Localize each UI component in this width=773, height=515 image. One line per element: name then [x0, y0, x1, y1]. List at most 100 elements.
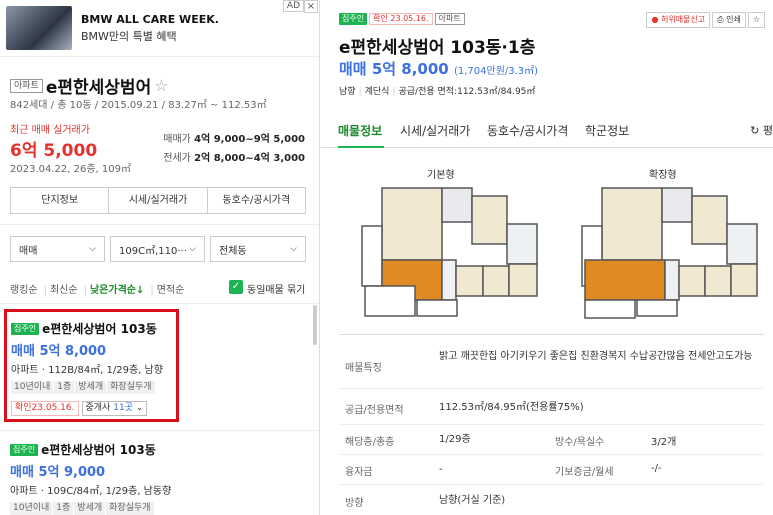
- recent-trade-label: 최근 매매 실거래가: [10, 125, 90, 136]
- listing-desc: 아파트 · 112B/84㎡, 1/29층, 남향: [11, 365, 163, 376]
- sort-latest[interactable]: 최신순: [50, 285, 78, 296]
- owner-badge: 집주인: [11, 322, 40, 335]
- table-row: 매물특징 밝고 깨끗한집 아기키우기 좋은집 친환경복지 수납공간많음 전세안고…: [339, 335, 764, 389]
- listing-price: 매매 5억 8,000: [11, 344, 107, 359]
- floor-label: 해당층/총층: [345, 437, 395, 448]
- table-row: 공급/전용면적 112.53㎡/84.95㎡(전용률75%): [339, 389, 764, 425]
- divider: [0, 303, 319, 304]
- direction-value: 남향(거실 기준): [439, 495, 506, 506]
- listing-desc: 아파트 · 109C/84㎡, 1/29층, 남동향: [10, 486, 172, 497]
- area-label: 공급/전용면적: [345, 405, 404, 416]
- agent-count-button[interactable]: 중개사 11곳 ⌄: [81, 401, 148, 416]
- floorplan-basic-image[interactable]: [357, 186, 547, 324]
- price-range-table: 매매가 4억 9,000~9억 5,000 전세가 2억 8,000~4억 3,…: [163, 130, 305, 168]
- listing-tag: 10년이내: [11, 381, 54, 394]
- tab-dong-ho[interactable]: 동호수/공시가격: [208, 188, 305, 213]
- detail-panel: 집주인 확인 23.05.16. 아파트 ● 허위매물신고 ⎙ 인쇄 ☆ e편한세상…: [321, 0, 773, 515]
- filter-bar: 매매 ⌵ 109C㎡,110··· ⌵ 전체동 ⌵: [10, 236, 306, 262]
- ad-close-icon[interactable]: ×: [304, 0, 318, 13]
- ad-image[interactable]: [6, 6, 72, 50]
- tab-complex-info[interactable]: 단지정보: [11, 188, 110, 213]
- chevron-down-icon: ⌵: [89, 244, 96, 254]
- sort-area[interactable]: 면적순: [157, 285, 185, 296]
- ad-subtitle[interactable]: BMW만의 특별 혜택: [81, 28, 177, 44]
- checkbox-icon[interactable]: ✓: [229, 280, 243, 294]
- area-select[interactable]: 109C㎡,110··· ⌵: [110, 236, 205, 262]
- detail-price: 매매 5억 8,000 (1,704만원/3.3㎡): [339, 60, 539, 78]
- listing-name[interactable]: e편한세상범어 103동: [42, 322, 157, 336]
- floor-value: 1/29층: [439, 434, 471, 445]
- rooms-value: 3/2개: [651, 437, 677, 448]
- chevron-down-icon: ⌵: [189, 244, 196, 254]
- rooms-label: 방수/욕실수: [555, 437, 605, 448]
- favorite-star-icon[interactable]: ☆: [154, 76, 168, 95]
- table-row: 방향 남향(거실 기준): [339, 485, 764, 515]
- listing-tag: 10년이내: [10, 502, 53, 515]
- floorplan-label-basic: 기본형: [427, 170, 455, 181]
- trade-type-select[interactable]: 매매 ⌵: [10, 236, 105, 262]
- tab-listing-info[interactable]: 매물정보: [338, 122, 382, 139]
- tab-market-price[interactable]: 시세/실거래가: [109, 188, 208, 213]
- listing-tag: 화장실두개: [106, 502, 154, 515]
- listing-tag: 방세개: [75, 381, 107, 394]
- report-false-listing-button[interactable]: ● 허위매물신고: [646, 12, 711, 28]
- area-value: 112.53㎡/84.95㎡(전용률75%): [439, 402, 584, 413]
- recent-trade-date: 2023.04.22, 26층, 109㎡: [10, 164, 131, 175]
- price-per-area: (1,704만원/3.3㎡): [453, 66, 539, 77]
- complex-info: 842세대 / 총 10동 / 2015.09.21 / 83.27㎡ ~ 11…: [10, 100, 267, 111]
- ad-tag[interactable]: AD: [282, 0, 304, 12]
- complex-name: e편한세상범어: [45, 78, 152, 98]
- loan-label: 융자금: [345, 467, 373, 478]
- owner-badge: 집주인: [339, 13, 368, 25]
- deposit-label: 기보증금/월세: [555, 467, 614, 478]
- listing-tag: 1층: [53, 502, 74, 515]
- print-icon: ⎙: [717, 15, 724, 24]
- floorplan-label-extended: 확장형: [649, 170, 677, 181]
- recent-trade-price: 6억 5,000: [10, 141, 98, 161]
- ad-title[interactable]: BMW ALL CARE WEEK.: [81, 13, 219, 26]
- sort-ranking[interactable]: 랭킹순: [10, 285, 38, 296]
- ad-banner[interactable]: BMW ALL CARE WEEK. BMW만의 특별 혜택 AD ×: [0, 0, 319, 57]
- type-badge: 아파트: [434, 13, 465, 25]
- complex-tabs: 단지정보 시세/실거래가 동호수/공시가격: [10, 187, 306, 214]
- listing-name[interactable]: e편한세상범어 103동: [41, 443, 156, 457]
- tab-market-price[interactable]: 시세/실거래가: [400, 122, 470, 139]
- chevron-down-icon: ⌵: [290, 244, 297, 254]
- favorite-star-icon[interactable]: ☆: [747, 12, 765, 28]
- jeonse-price-range: 전세가 2억 8,000~4억 3,000: [163, 153, 305, 164]
- print-button[interactable]: ⎙ 인쇄: [712, 12, 746, 28]
- confirm-date-badge: 확인 23.05.16.: [369, 13, 433, 25]
- left-panel: BMW ALL CARE WEEK. BMW만의 특별 혜택 AD × 아파트 e…: [0, 0, 320, 515]
- complex-header: 아파트 e편한세상범어 ☆: [10, 73, 169, 98]
- detail-tabs: 매물정보 시세/실거래가 동호수/공시가격 학군정보 ↻ 평: [321, 112, 773, 148]
- dong-select[interactable]: 전체동 ⌵: [210, 236, 306, 262]
- sort-low-price[interactable]: 낮은가격순↓: [90, 285, 144, 296]
- active-tab-indicator: [338, 146, 384, 148]
- deposit-value: -/-: [651, 463, 662, 474]
- complex-type-tag: 아파트: [10, 78, 43, 93]
- owner-badge: 집주인: [10, 443, 39, 456]
- list-item[interactable]: 집주인 e편한세상범어 103동 매매 5억 9,000 아파트 · 109C/8…: [10, 441, 210, 515]
- scrollbar[interactable]: [313, 305, 317, 345]
- confirm-date-badge: 확인23.05.16.: [11, 401, 79, 416]
- tab-dong-ho[interactable]: 동호수/공시가격: [487, 122, 568, 139]
- tab-school[interactable]: 학군정보: [585, 122, 629, 139]
- feature-value: 밝고 깨끗한집 아기키우기 좋은집 친환경복지 수납공간많음 전세안고도가능: [439, 351, 753, 362]
- feature-label: 매물특징: [345, 363, 382, 374]
- floorplan-extended-image[interactable]: [577, 186, 767, 324]
- divider: [0, 224, 319, 225]
- listing-tag: 1층: [54, 381, 75, 394]
- chevron-down-icon: ⌄: [135, 403, 144, 413]
- alert-icon: ●: [651, 15, 659, 24]
- listing-price: 매매 5억 9,000: [10, 465, 106, 480]
- same-listing-label[interactable]: 동일매물 묶기: [247, 281, 305, 296]
- listing-tag: 화장실두개: [107, 381, 155, 394]
- detail-info: 남향 | 계단식 | 공급/전용 면적:112.53㎡/84.95㎡: [339, 87, 536, 97]
- detail-badges: 집주인 확인 23.05.16. 아파트: [339, 11, 465, 25]
- sale-price-range: 매매가 4억 9,000~9억 5,000: [163, 134, 305, 145]
- refresh-button[interactable]: ↻ 평: [750, 122, 773, 138]
- listing-tags: 10년이내 1층 방세개 화장실두개: [10, 500, 210, 515]
- direction-label: 방향: [345, 498, 364, 509]
- list-item[interactable]: 집주인 e편한세상범어 103동 매매 5억 8,000 아파트 · 112B/8…: [4, 309, 179, 422]
- listing-tags: 10년이내 1층 방세개 화장실두개: [11, 379, 181, 394]
